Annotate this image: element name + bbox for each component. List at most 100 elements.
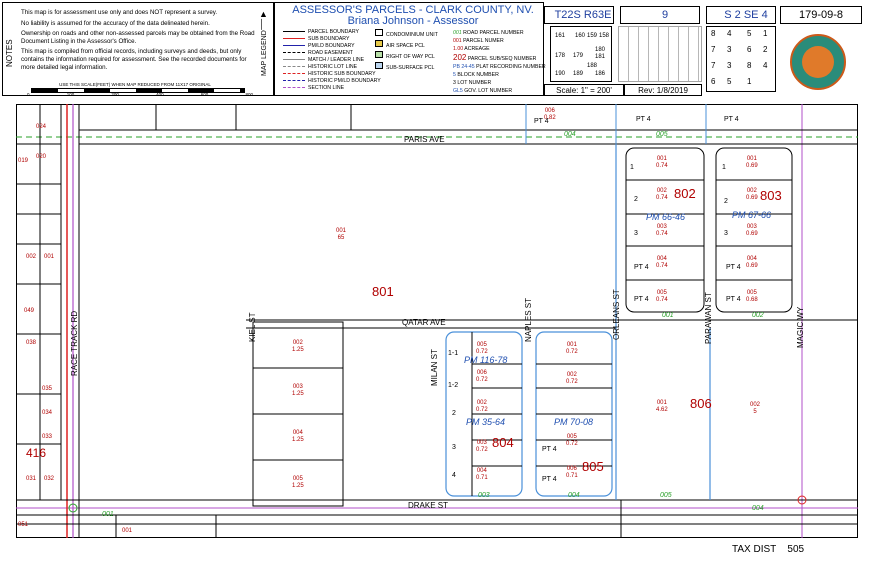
note-1: This map is for assessment use only and …: [21, 9, 218, 16]
pt4-label: PT 4: [724, 116, 739, 123]
block-804-label: 804: [492, 435, 514, 450]
parcel-bottom-001: 001: [122, 528, 133, 534]
pm-67-66: PM 67-66: [732, 210, 772, 220]
parcel-kiel-002: 002 1.25: [292, 340, 304, 353]
section-box: 9: [620, 6, 700, 24]
parcel-milan-004: 004 0.71: [476, 468, 488, 481]
block-805-label: 805: [582, 459, 604, 474]
road-qatar-ave: QATAR AVE: [402, 318, 446, 327]
parcel-milan-003: 003 0.72: [476, 440, 488, 453]
scale-note: USE THIS SCALE(FEET) WHEN MAP REDUCED FR…: [59, 82, 211, 87]
pt4-label: PT 4: [634, 264, 649, 271]
county-seal-icon: [790, 34, 846, 90]
block-416-label: 416: [26, 446, 47, 460]
note-2: No liability is assumed for the accuracy…: [21, 19, 210, 27]
parcel-naples-001: 001 0.72: [566, 342, 578, 355]
pm-66-46: PM 66-46: [646, 212, 686, 222]
legend-col1: PARCEL BOUNDARY SUB BOUNDARY PM/LD BOUND…: [283, 29, 381, 92]
parcel-801-001: 001 65: [336, 228, 347, 241]
pt4-label: PT 4: [726, 296, 741, 303]
parcel-806-001: 001 4.62: [656, 400, 668, 413]
block-806-label: 806: [690, 396, 712, 411]
lot-number: 3: [634, 230, 638, 237]
lot-number: 2: [634, 196, 638, 203]
road-kiel-st: KIEL ST: [248, 312, 257, 343]
pm-70-08: PM 70-08: [554, 417, 594, 427]
parcel-left-002: 002: [26, 254, 37, 260]
lot-number: 3: [724, 230, 728, 237]
road-parcel-004: 004: [568, 492, 580, 499]
road-parcel-001: 001: [662, 312, 674, 319]
parcel-803-003: 003 0.69: [746, 224, 758, 237]
note-3: Ownership on roads and other non-assesse…: [21, 30, 255, 45]
road-drake-st: DRAKE ST: [408, 501, 449, 510]
road-parcel-002: 002: [752, 312, 764, 319]
pt4-label: PT 4: [542, 476, 557, 483]
parcel-802-001: 001 0.74: [656, 156, 668, 169]
quarter-index-grid: 8 4 5 1 7 3 6 2 7 3 8 4 6 5 1: [706, 26, 776, 92]
township-value: T22S R63E: [554, 9, 612, 21]
parcel-naples-002: 002 0.72: [566, 372, 578, 385]
revision-text: Rev: 1/8/2019: [624, 84, 702, 96]
parcel-naples-006: 006 0.71: [566, 466, 578, 479]
parcel-left-051: 051: [18, 522, 29, 528]
parcel-802-003: 003 0.74: [656, 224, 668, 237]
parcel-left-024: 024: [36, 124, 47, 130]
parcel-milan-002: 002 0.72: [476, 400, 488, 413]
lot-number: 1: [630, 164, 634, 171]
lot-number: 3: [452, 444, 456, 451]
parcel-803-005: 005 0.68: [746, 290, 758, 303]
parcel-left-019: 019: [18, 158, 29, 164]
pt4-label: PT 4: [636, 116, 651, 123]
parcel-kiel-004: 004 1.25: [292, 430, 304, 443]
tax-district-value: 505: [787, 544, 805, 555]
pm-35-64: PM 35-64: [466, 417, 506, 427]
tax-district: TAX DIST 505: [732, 544, 804, 555]
parcel-806-002: 002 5: [750, 402, 761, 415]
lot-number: 2: [724, 198, 728, 205]
parcel-left-034: 034: [42, 410, 53, 416]
road-parcel-005: 005: [656, 131, 668, 138]
road-parcel-005: 005: [660, 492, 672, 499]
road-parcel-004: 004: [752, 505, 764, 512]
road-paris-ave: PARIS AVE: [404, 135, 445, 144]
note-4: This map is compiled from official recor…: [21, 48, 247, 71]
road-parawan-st: PARAWAN ST: [704, 292, 713, 344]
parcel-803-002: 002 0.69: [746, 188, 758, 201]
parcel-left-001: 001: [44, 254, 55, 260]
adjoining-maps: 161 160 159 158 178 179 180 181 188 190 …: [550, 26, 612, 82]
scale-ticks: 0 100 200 400 600 800: [27, 92, 253, 97]
parcel-left-033: 033: [42, 434, 53, 440]
notes-label: NOTES: [5, 39, 14, 67]
lot-number: 1: [722, 164, 726, 171]
road-orleans-st: ORLEANS ST: [612, 289, 621, 340]
parcel-map: PARIS AVE QATAR AVE DRAKE ST RACE TRACK …: [16, 104, 858, 538]
lot-number: 1-1: [448, 350, 459, 357]
legend-col3: 001 ROAD PARCEL NUMBER 001 PARCEL NUMER …: [453, 30, 546, 95]
map-number: 179-09-8: [798, 9, 844, 21]
quarter-value: S 2 SE 4: [724, 9, 768, 21]
parcel-left-038: 038: [26, 340, 37, 346]
road-race-track-rd: RACE TRACK RD: [70, 310, 79, 376]
pt4-label: PT 4: [726, 264, 741, 271]
parcel-kiel-005: 005 1.25: [292, 476, 304, 489]
parcel-naples-005: 005 0.72: [566, 434, 578, 447]
road-magic-wy: MAGIC WY: [796, 306, 805, 348]
parcel-802-005: 005 0.74: [656, 290, 668, 303]
road-milan-st: MILAN ST: [430, 349, 439, 386]
seal-center: [802, 46, 834, 78]
lot-number: 1-2: [448, 382, 459, 389]
notes-box: NOTES This map is for assessment use onl…: [2, 2, 274, 97]
parcel-left-031: 031: [26, 476, 37, 482]
section-index-grid: [618, 26, 702, 82]
parcel-milan-006: 006 0.72: [476, 370, 488, 383]
legend-label: MAP LEGEND: [261, 30, 268, 76]
notes-text: This map is for assessment use only and …: [21, 9, 261, 74]
map-header: NOTES This map is for assessment use onl…: [0, 0, 887, 100]
parcel-left-049: 049: [24, 308, 35, 314]
block-803-label: 803: [760, 188, 782, 203]
section-value: 9: [661, 9, 669, 21]
assessor-name: Briana Johnson - Assessor: [347, 15, 479, 27]
pt4-label: PT 4: [542, 446, 557, 453]
parcel-milan-005: 005 0.72: [476, 342, 488, 355]
